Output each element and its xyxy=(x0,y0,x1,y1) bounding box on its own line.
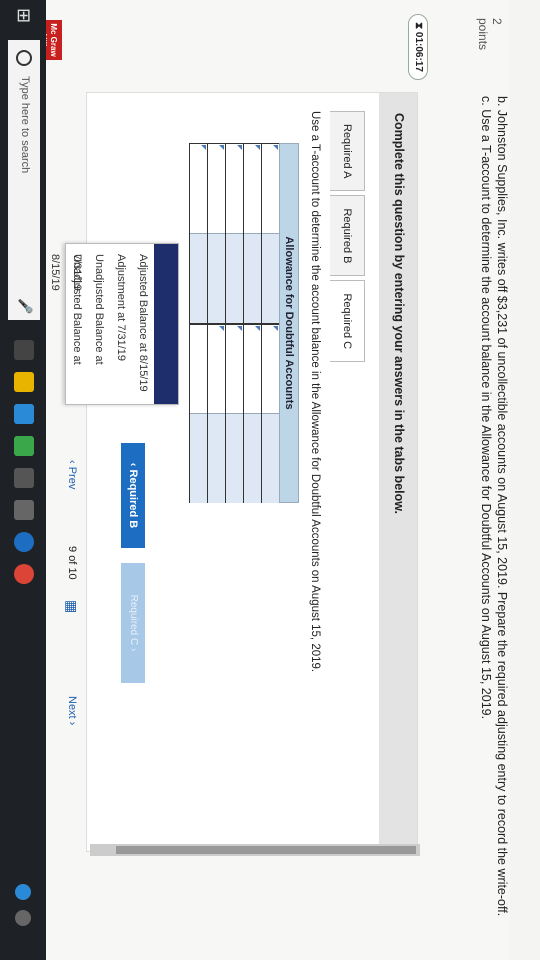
balance-label-cell[interactable] xyxy=(190,143,207,233)
dropdown-marker-icon xyxy=(237,325,242,331)
next-link[interactable]: Next › xyxy=(66,696,78,725)
windows-taskbar: ⊞ Type here to search 🎤 xyxy=(0,0,46,960)
balance-credit-label-cell[interactable] xyxy=(190,322,207,414)
page-counter: 9 of 10 xyxy=(66,546,78,580)
photo-stage: 2 points b. Johnston Supplies, Inc. writ… xyxy=(0,0,540,960)
debit-label-cell[interactable] xyxy=(244,143,261,233)
people-icon[interactable] xyxy=(14,436,34,456)
store-icon[interactable] xyxy=(14,404,34,424)
points-label: points xyxy=(476,18,490,51)
credit-label-cell[interactable] xyxy=(208,322,225,414)
dropdown-marker-icon xyxy=(201,145,206,150)
task-view-icon[interactable] xyxy=(14,340,34,360)
t-account: Allowance for Doubtful Accounts xyxy=(189,143,299,503)
question-number: 2 xyxy=(490,18,504,25)
panel-header: Complete this question by entering your … xyxy=(379,93,417,851)
debit-amount-cell[interactable] xyxy=(226,232,243,323)
credit-amount-cell[interactable] xyxy=(262,413,279,503)
dropdown-marker-icon xyxy=(273,325,278,331)
question-part-c: c. Use a T-account to determine the acco… xyxy=(479,96,493,720)
t-account-row xyxy=(261,143,279,503)
dropdown-option[interactable]: Adjustment at 7/31/19 xyxy=(110,244,132,404)
t-account-row xyxy=(243,143,261,503)
question-part-b: b. Johnston Supplies, Inc. writes off $3… xyxy=(495,96,509,917)
window-icon[interactable] xyxy=(14,500,34,520)
dropdown-marker-icon xyxy=(219,145,224,150)
debit-amount-cell[interactable] xyxy=(262,232,279,323)
question-text: b. Johnston Supplies, Inc. writes off $3… xyxy=(478,96,510,936)
microphone-icon[interactable]: 🎤 xyxy=(17,298,33,314)
balance-credit-amount-cell[interactable] xyxy=(190,413,207,503)
scrollbar-thumb[interactable] xyxy=(116,846,416,854)
dropdown-marker-icon xyxy=(255,145,260,150)
dropdown-selected-blank[interactable] xyxy=(154,244,178,404)
grid-icon[interactable]: ▦ xyxy=(63,600,80,613)
page-of: of xyxy=(66,555,78,565)
screen: 2 points b. Johnston Supplies, Inc. writ… xyxy=(0,0,540,960)
question-page: 2 points b. Johnston Supplies, Inc. writ… xyxy=(0,0,510,960)
debit-amount-cell[interactable] xyxy=(244,232,261,323)
credit-label-cell[interactable] xyxy=(244,322,261,414)
chrome-icon[interactable] xyxy=(14,564,34,584)
cortana-icon xyxy=(16,50,32,66)
current-page: 9 xyxy=(66,546,78,553)
dropdown-marker-icon xyxy=(237,145,242,150)
taskbar-search[interactable]: Type here to search 🎤 xyxy=(8,40,40,320)
people-tray-icon[interactable] xyxy=(15,910,31,926)
account-dropdown: Adjusted Balance at 8/15/19 Adjustment a… xyxy=(49,243,179,405)
credit-label-cell[interactable] xyxy=(262,322,279,414)
debit-amount-cell[interactable] xyxy=(208,232,225,323)
tab-required-c[interactable]: Required C xyxy=(330,280,365,363)
question-number-block: 2 points xyxy=(476,18,504,50)
t-account-row xyxy=(225,143,243,503)
credit-amount-cell[interactable] xyxy=(208,413,225,503)
dropdown-marker-icon xyxy=(255,325,260,331)
debit-label-cell[interactable] xyxy=(208,143,225,233)
t-account-balance-row xyxy=(189,143,207,503)
panel-heading: Complete this question by entering your … xyxy=(392,113,406,514)
credit-amount-cell[interactable] xyxy=(244,413,261,503)
credit-amount-cell[interactable] xyxy=(226,413,243,503)
page-scrollbar[interactable] xyxy=(90,844,420,856)
tab-bar: Required A Required B Required C xyxy=(329,111,365,366)
required-b-button[interactable]: ‹ Required B xyxy=(121,443,145,548)
notification-icon[interactable] xyxy=(15,884,31,900)
system-tray xyxy=(10,880,36,950)
t-account-row xyxy=(207,143,225,503)
edge-icon[interactable] xyxy=(14,532,34,552)
balance-amount-cell[interactable] xyxy=(190,232,207,323)
credit-label-cell[interactable] xyxy=(226,322,243,414)
timer-badge: ⧗ 01:06:17 xyxy=(408,14,428,80)
debit-label-cell[interactable] xyxy=(262,143,279,233)
tab-required-a[interactable]: Required A xyxy=(330,111,365,192)
windows-start-icon[interactable]: ⊞ xyxy=(13,8,34,23)
hourglass-icon: ⧗ xyxy=(413,22,424,30)
answer-panel: Complete this question by entering your … xyxy=(49,92,418,852)
dropdown-marker-icon xyxy=(219,325,224,331)
total-pages: 10 xyxy=(66,567,78,580)
dropdown-option[interactable]: Unadjusted Balance at 8/15/19 xyxy=(49,244,88,404)
file-explorer-icon[interactable] xyxy=(14,372,34,392)
required-c-button[interactable]: Required C › xyxy=(121,563,145,683)
search-placeholder: Type here to search xyxy=(19,76,31,174)
tab-required-b[interactable]: Required B xyxy=(330,195,365,277)
question-pager: ‹ Prev 9 of 10 ▦ Next › xyxy=(50,460,90,760)
dropdown-marker-icon xyxy=(273,145,278,150)
instruction-text: Use a T-account to determine the account… xyxy=(309,111,321,673)
app-icon[interactable] xyxy=(14,468,34,488)
dropdown-option[interactable]: Unadjusted Balance at 7/31/19 xyxy=(71,244,110,404)
timer-value: 01:06:17 xyxy=(413,31,424,72)
dropdown-option[interactable]: Adjusted Balance at 8/15/19 xyxy=(132,244,154,404)
debit-label-cell[interactable] xyxy=(226,143,243,233)
prev-link[interactable]: ‹ Prev xyxy=(66,460,78,489)
t-account-title: Allowance for Doubtful Accounts xyxy=(279,143,299,503)
